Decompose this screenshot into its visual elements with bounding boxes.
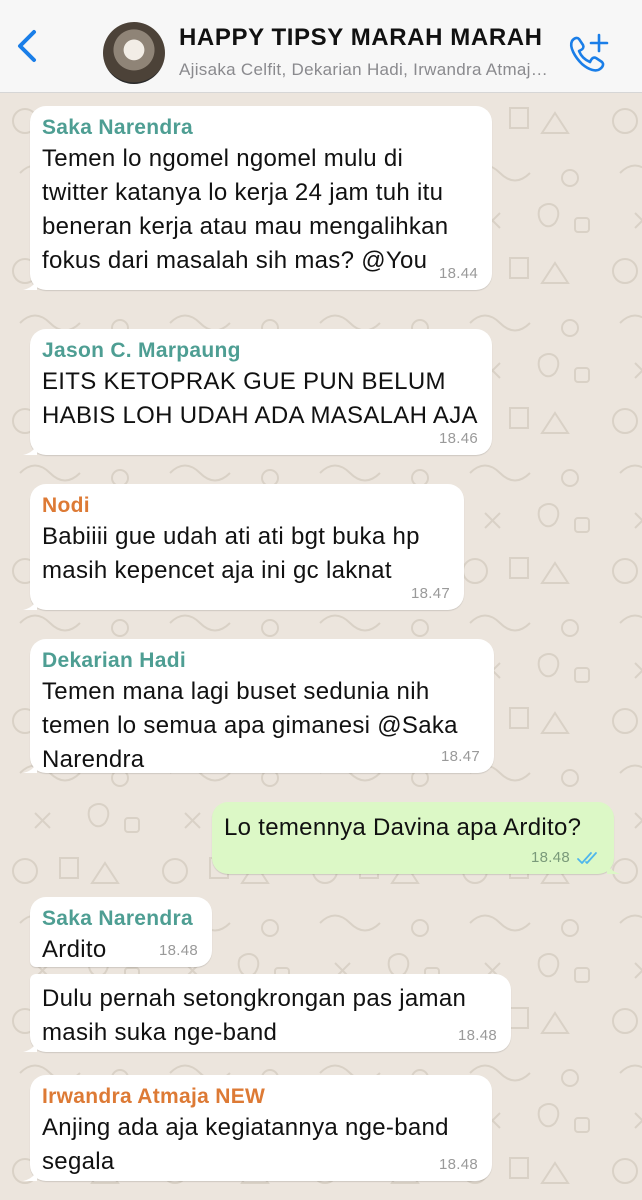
add-call-icon[interactable] — [565, 32, 611, 76]
outgoing-message-bubble[interactable]: Lo temennya Davina apa Ardito? 18.48 — [212, 802, 621, 874]
message-bubble[interactable]: Saka Narendra Temen lo ngomel ngomel mul… — [23, 106, 492, 290]
message-text: Anjing ada aja kegiatannya nge-band — [42, 1114, 449, 1141]
message-bubble[interactable]: Irwandra Atmaja NEW Anjing ada aja kegia… — [23, 1075, 492, 1181]
chat-members: Ajisaka Celfit, Dekarian Hadi, Irwandra … — [179, 60, 557, 79]
message-time: 18.48 — [530, 849, 570, 866]
message-time: 18.48 — [438, 1156, 478, 1173]
message-text: HABIS LOH UDAH ADA MASALAH AJA — [42, 402, 478, 429]
sender-name[interactable]: Jason C. Marpaung — [42, 337, 480, 365]
message-text: beneran kerja atau mau mengalihkan — [42, 213, 449, 240]
message-list[interactable]: Saka Narendra Temen lo ngomel ngomel mul… — [0, 93, 642, 1200]
message-time: 18.44 — [438, 265, 478, 282]
message-text: Temen mana lagi buset sedunia nih — [42, 678, 430, 705]
group-avatar[interactable] — [103, 22, 165, 84]
message-text: segala — [42, 1148, 115, 1175]
sender-name[interactable]: Saka Narendra — [42, 114, 480, 142]
message-bubble[interactable]: Jason C. Marpaung EITS KETOPRAK GUE PUN … — [23, 329, 492, 455]
chat-title: HAPPY TIPSY MARAH MARAH — [179, 24, 543, 51]
message-text: twitter katanya lo kerja 24 jam tuh itu — [42, 179, 444, 206]
message-bubble[interactable]: Saka Narendra Ardito 18.48 — [30, 897, 212, 967]
message-bubble[interactable]: Nodi Babiiii gue udah ati ati bgt buka h… — [23, 484, 464, 610]
read-receipt-icon — [577, 852, 597, 864]
message-time: 18.46 — [438, 430, 478, 447]
chat-title-block[interactable]: HAPPY TIPSY MARAH MARAH Ajisaka Celfit, … — [179, 24, 557, 80]
sender-name[interactable]: Dekarian Hadi — [42, 647, 482, 675]
message-time: 18.48 — [158, 942, 198, 959]
message-time: 18.47 — [410, 585, 450, 602]
sender-name[interactable]: Saka Narendra — [42, 905, 200, 933]
message-text: Temen lo ngomel ngomel mulu di — [42, 145, 404, 172]
message-text: Lo temennya Davina apa Ardito? — [224, 814, 582, 841]
chevron-left-icon[interactable] — [8, 26, 48, 66]
message-text: masih kepencet aja ini gc laknat — [42, 557, 392, 584]
message-text: EITS KETOPRAK GUE PUN BELUM — [42, 368, 446, 395]
chat-header: HAPPY TIPSY MARAH MARAH Ajisaka Celfit, … — [0, 0, 642, 93]
message-text: masih suka nge-band — [42, 1019, 278, 1046]
message-text: Dulu pernah setongkrongan pas jaman — [42, 985, 467, 1012]
sender-name[interactable]: Irwandra Atmaja NEW — [42, 1083, 480, 1111]
message-bubble[interactable]: Dekarian Hadi Temen mana lagi buset sedu… — [23, 639, 494, 773]
message-time: 18.48 — [457, 1027, 497, 1044]
message-text: Babiiii gue udah ati ati bgt buka hp — [42, 523, 420, 550]
message-time: 18.47 — [440, 748, 480, 765]
sender-name[interactable]: Nodi — [42, 492, 452, 520]
message-text: fokus dari masalah sih mas? @You — [42, 247, 428, 274]
message-text: temen lo semua apa gimanesi @Saka — [42, 712, 458, 739]
message-bubble[interactable]: Dulu pernah setongkrongan pas jaman masi… — [23, 974, 511, 1052]
message-text: Narendra — [42, 746, 145, 773]
